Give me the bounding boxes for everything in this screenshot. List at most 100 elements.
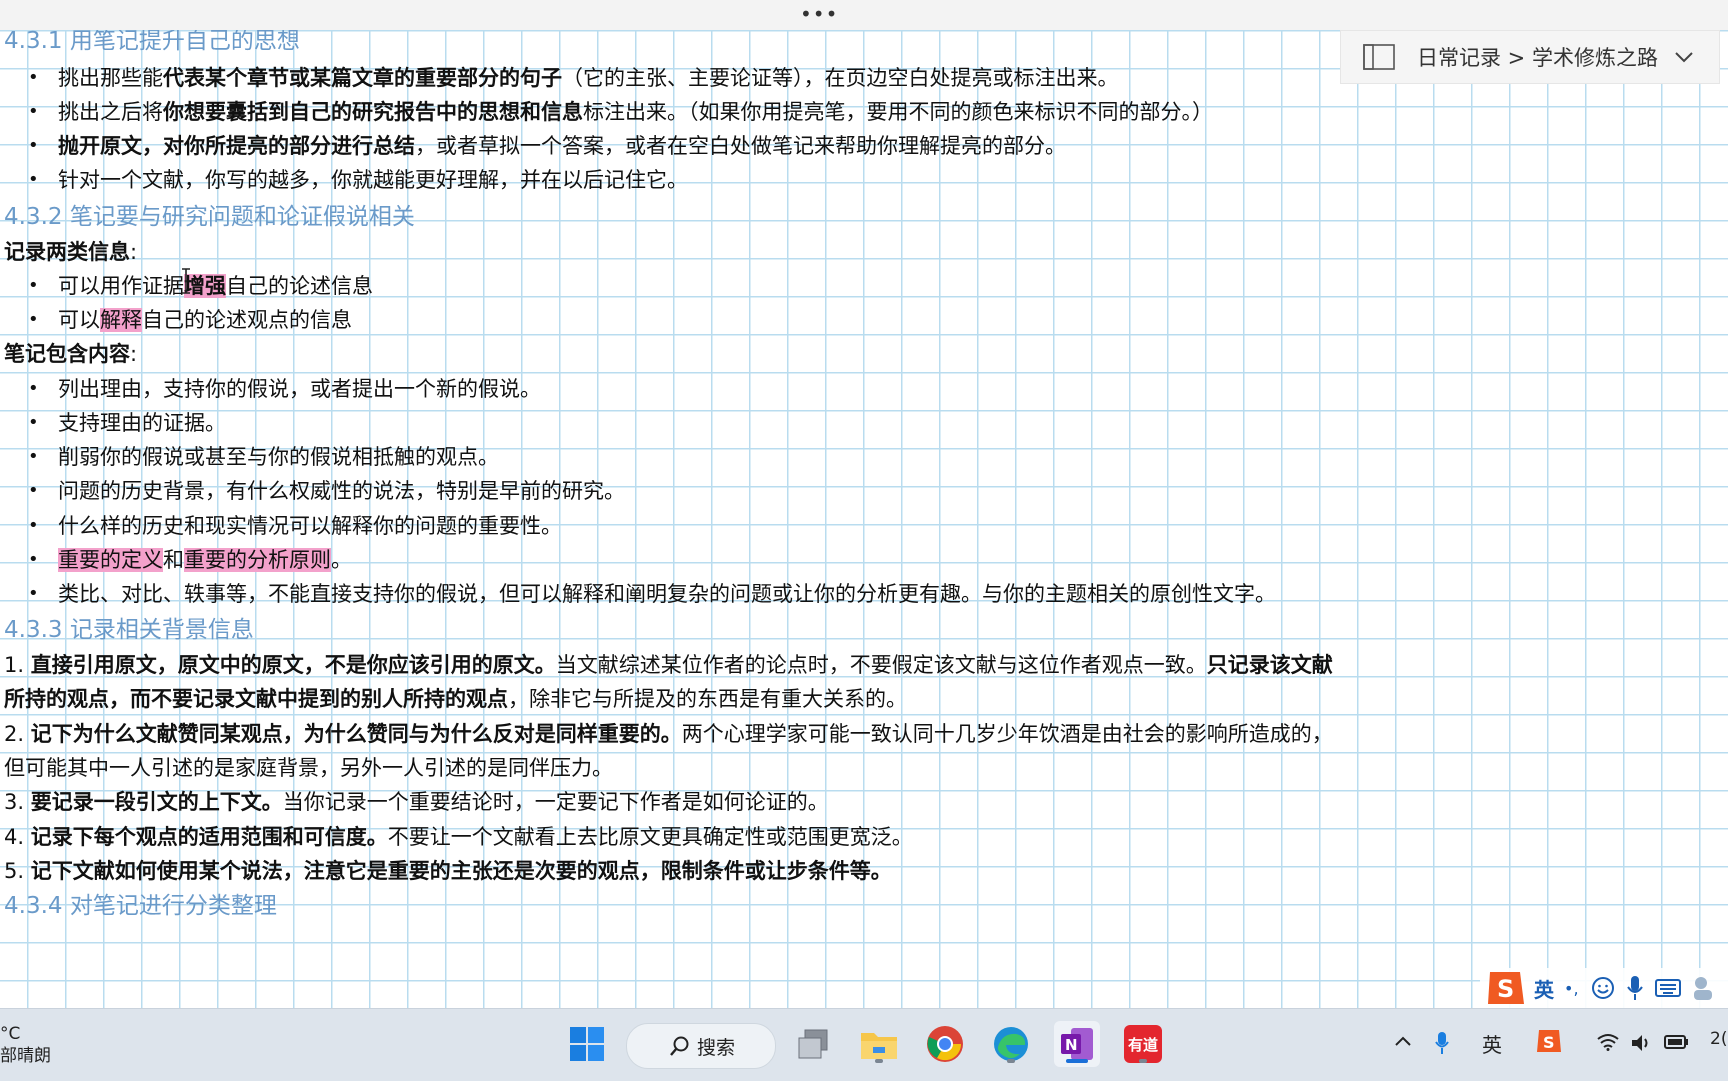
input-language-indicator[interactable]: 英 bbox=[1482, 1029, 1502, 1058]
list-item[interactable]: 列出理由，支持你的假说，或者提出一个新的假说。 bbox=[28, 374, 541, 404]
numbered-item[interactable]: 5. 记下文献如何使用某个说法，注意它是重要的主张还是次要的观点，限制条件或让步… bbox=[4, 856, 892, 886]
chrome-button[interactable] bbox=[922, 1021, 968, 1067]
text-run: 和 bbox=[163, 548, 184, 572]
text-run: : bbox=[130, 342, 138, 366]
list-item[interactable]: 问题的历史背景，有什么权威性的说法，特别是早前的研究。 bbox=[28, 476, 625, 506]
volume-icon[interactable] bbox=[1630, 1033, 1654, 1053]
label-note-contents[interactable]: 笔记包含内容: bbox=[4, 339, 137, 369]
heading-4-3-4[interactable]: 4.3.4 对笔记进行分类整理 bbox=[4, 891, 277, 921]
text-run: 挑出之后将 bbox=[58, 100, 163, 124]
text-run: 自己的论述观点的信息 bbox=[142, 308, 352, 332]
heading-4-3-3[interactable]: 4.3.3 记录相关背景信息 bbox=[4, 615, 254, 645]
onenote-button[interactable]: N bbox=[1054, 1021, 1100, 1067]
list-item[interactable]: 类比、对比、轶事等，不能直接支持你的假说，但可以解释和阐明复杂的问题或让你的分析… bbox=[28, 579, 1276, 609]
microphone-icon[interactable] bbox=[1625, 975, 1645, 1001]
taskbar-search[interactable]: 搜索 bbox=[626, 1023, 776, 1069]
list-item[interactable]: 可以用作证据增强自己的论述信息 bbox=[28, 271, 373, 301]
bold-run: 所持的观点，而不要记录文献中提到的别人所持的观点 bbox=[4, 687, 508, 711]
ime-toolbar[interactable]: S 英 •, bbox=[1480, 968, 1728, 1008]
bold-run: 直接引用原文，原文中的原文，不是你应该引用的原文。 bbox=[30, 653, 556, 677]
text-run: 当你记录一个重要结论时，一定要记下作者是如何论证的。 bbox=[282, 790, 829, 814]
heading-4-3-2[interactable]: 4.3.2 笔记要与研究问题和论证假说相关 bbox=[4, 202, 415, 232]
youdao-label: 有道 bbox=[1127, 1035, 1158, 1054]
breadcrumb-path[interactable]: 日常记录 > 学术修炼之路 bbox=[1417, 42, 1658, 72]
chevron-up-icon[interactable] bbox=[1394, 1035, 1412, 1047]
bold-run: 记下为什么文献赞同某观点，为什么赞同与为什么反对是同样重要的。 bbox=[30, 722, 682, 746]
text-run: 可以 bbox=[58, 308, 100, 332]
numbered-item[interactable]: 4. 记录下每个观点的适用范围和可信度。不要让一个文献看上去比原文更具确定性或范… bbox=[4, 822, 913, 852]
numbered-item-continuation[interactable]: 但可能其中一人引述的是家庭背景，另外一人引述的是同伴压力。 bbox=[4, 753, 613, 783]
text-run: 不要让一个文献看上去比原文更具确定性或范围更宽泛。 bbox=[387, 825, 913, 849]
list-item[interactable]: 什么样的历史和现实情况可以解释你的问题的重要性。 bbox=[28, 511, 562, 541]
list-item[interactable]: 抛开原文，对你所提亮的部分进行总结，或者草拟一个答案，或者在空白处做笔记来帮助你… bbox=[28, 131, 1066, 161]
list-item[interactable]: 挑出之后将你想要囊括到自己的研究报告中的思想和信息标注出来。（如果你用提亮笔，要… bbox=[28, 97, 1213, 127]
list-item[interactable]: 重要的定义和重要的分析原则。 bbox=[28, 545, 352, 575]
start-button[interactable] bbox=[564, 1021, 610, 1067]
sogou-tray-icon[interactable]: S bbox=[1536, 1027, 1562, 1055]
sogou-logo-icon[interactable]: S bbox=[1484, 968, 1526, 1008]
text-cursor-icon bbox=[182, 268, 190, 294]
highlighted-run: 解释 bbox=[100, 308, 142, 332]
text-run: 挑出那些能 bbox=[58, 66, 163, 90]
bold-run: 要记录一段引文的上下文。 bbox=[30, 790, 283, 814]
wifi-icon[interactable] bbox=[1596, 1033, 1620, 1051]
numbered-item[interactable]: 1. 直接引用原文，原文中的原文，不是你应该引用的原文。当文献综述某位作者的论点… bbox=[4, 650, 1333, 680]
list-item[interactable]: 挑出那些能代表某个章节或某篇文章的重要部分的句子（它的主张、主要论证等），在页边… bbox=[28, 63, 1118, 93]
edge-button[interactable] bbox=[988, 1021, 1034, 1067]
heading-4-3-1[interactable]: 4.3.1 用笔记提升自己的思想 bbox=[4, 30, 300, 56]
bold-run: 记录两类信息 bbox=[4, 240, 130, 264]
list-item[interactable]: 支持理由的证据。 bbox=[28, 408, 226, 438]
text-run: 针对一个文献，你写的越多，你就越能更好理解，并在以后记住它。 bbox=[58, 168, 688, 192]
more-options-button[interactable]: ••• bbox=[800, 2, 838, 26]
svg-text:S: S bbox=[1497, 975, 1514, 1003]
chevron-down-icon[interactable] bbox=[1674, 50, 1694, 64]
battery-icon[interactable] bbox=[1664, 1033, 1690, 1051]
onenote-icon: N bbox=[1061, 1028, 1093, 1060]
highlighted-run: 重要的分析原则 bbox=[184, 548, 331, 572]
bold-run: 只记录该文献 bbox=[1206, 653, 1333, 677]
text-run: 自己的论述信息 bbox=[226, 274, 373, 298]
text-run: 标注出来。（如果你用提亮笔，要用不同的颜色来标识不同的部分。） bbox=[583, 100, 1213, 124]
bold-run: 抛开原文，对你所提亮的部分进行总结 bbox=[58, 134, 415, 158]
ime-language[interactable]: 英 bbox=[1534, 974, 1554, 1003]
numbered-item-continuation[interactable]: 所持的观点，而不要记录文献中提到的别人所持的观点，除非它与所提及的东西是有重大关… bbox=[4, 684, 907, 714]
file-explorer-button[interactable] bbox=[856, 1021, 902, 1067]
search-icon bbox=[670, 1036, 689, 1056]
weather-widget[interactable]: °C 部晴朗 bbox=[0, 1023, 51, 1067]
text-run: ，或者草拟一个答案，或者在空白处做笔记来帮助你理解提亮的部分。 bbox=[415, 134, 1066, 158]
keyboard-icon[interactable] bbox=[1654, 978, 1681, 998]
chrome-icon bbox=[927, 1026, 963, 1062]
item-number: 5. bbox=[4, 859, 31, 883]
list-item[interactable]: 针对一个文献，你写的越多，你就越能更好理解，并在以后记住它。 bbox=[28, 165, 688, 195]
youdao-button[interactable]: 有道 bbox=[1120, 1021, 1166, 1067]
numbered-item[interactable]: 2. 记下为什么文献赞同某观点，为什么赞同与为什么反对是同样重要的。两个心理学家… bbox=[4, 719, 1333, 749]
windows-start-icon bbox=[570, 1027, 604, 1061]
list-item[interactable]: 可以解释自己的论述观点的信息 bbox=[28, 305, 352, 335]
bold-run: 你想要囊括到自己的研究报告中的思想和信息 bbox=[163, 100, 583, 124]
label-two-info-types[interactable]: 记录两类信息: bbox=[4, 237, 137, 267]
task-view-button[interactable] bbox=[790, 1021, 836, 1067]
ime-punctuation[interactable]: •, bbox=[1564, 979, 1579, 998]
microphone-icon[interactable] bbox=[1434, 1031, 1450, 1055]
svg-text:S: S bbox=[1543, 1033, 1555, 1052]
window-titlebar: ••• bbox=[0, 0, 1728, 30]
item-number: 3. bbox=[4, 790, 31, 814]
youdao-icon: 有道 bbox=[1124, 1025, 1162, 1063]
emoji-icon[interactable] bbox=[1591, 976, 1615, 1000]
text-run: 当文献综述某位作者的论点时，不要假定该文献与这位作者观点一致。 bbox=[555, 653, 1207, 677]
bold-run: 笔记包含内容 bbox=[4, 342, 130, 366]
clock[interactable]: 2( bbox=[1710, 1029, 1727, 1049]
bold-run: 记录下每个观点的适用范围和可信度。 bbox=[30, 825, 388, 849]
search-label: 搜索 bbox=[697, 1036, 736, 1059]
bold-run: 代表某个章节或某篇文章的重要部分的句子 bbox=[163, 66, 562, 90]
skin-icon[interactable] bbox=[1691, 975, 1719, 1001]
highlighted-run: 重要的定义 bbox=[58, 548, 163, 572]
notebook-breadcrumb[interactable]: 日常记录 > 学术修炼之路 bbox=[1340, 30, 1720, 84]
task-view-icon bbox=[798, 1029, 828, 1059]
edge-icon bbox=[994, 1027, 1028, 1061]
numbered-item[interactable]: 3. 要记录一段引文的上下文。当你记录一个重要结论时，一定要记下作者是如何论证的… bbox=[4, 787, 829, 817]
file-explorer-icon bbox=[861, 1033, 897, 1059]
list-item[interactable]: 削弱你的假说或甚至与你的假说相抵触的观点。 bbox=[28, 442, 499, 472]
item-number: 4. bbox=[4, 825, 31, 849]
onenote-page-canvas[interactable]: 4.3.1 用笔记提升自己的思想 挑出那些能代表某个章节或某篇文章的重要部分的句… bbox=[0, 30, 1728, 1008]
